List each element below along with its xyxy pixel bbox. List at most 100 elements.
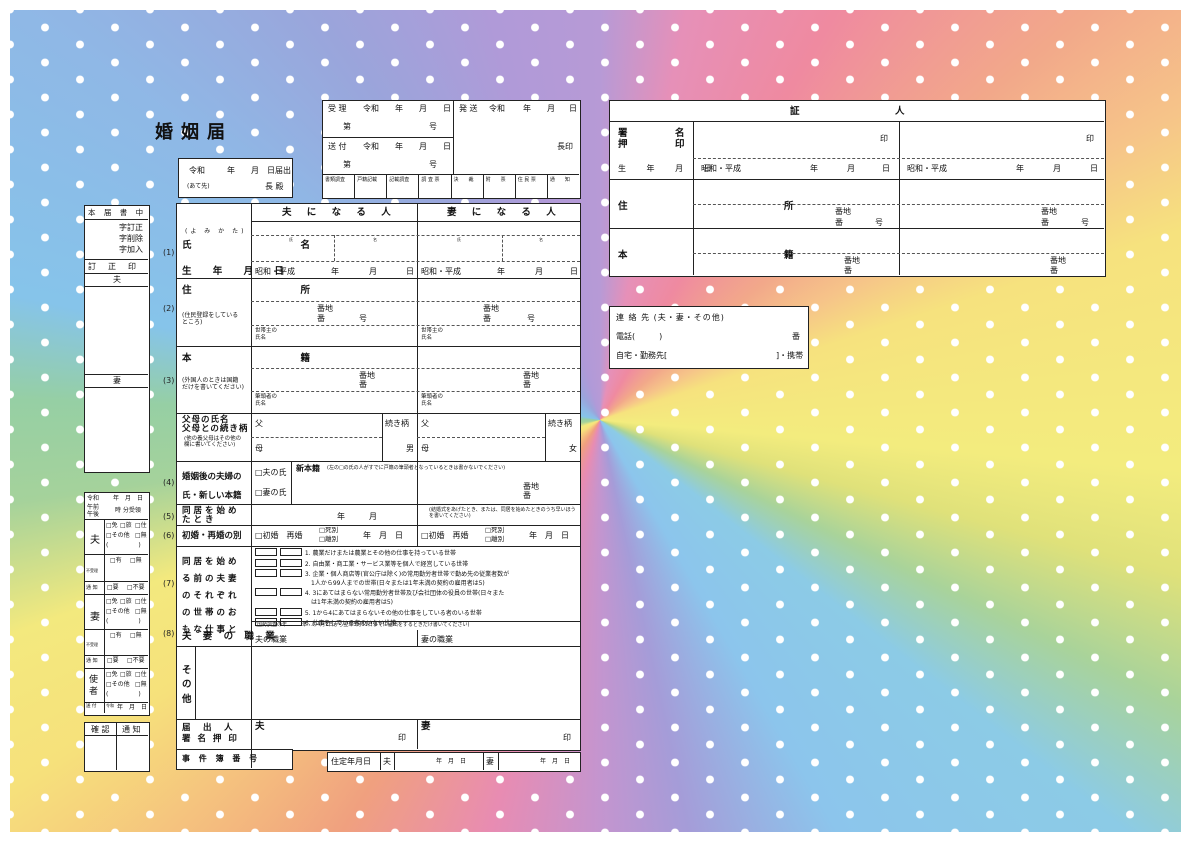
none-checkbox[interactable]: □無	[135, 682, 147, 688]
day-label: 日	[570, 267, 578, 276]
new-honseki-label: 新本籍	[296, 464, 320, 473]
resident-checkbox[interactable]: □住	[135, 672, 147, 678]
relation-label: 続き柄	[385, 419, 409, 428]
divorce-checkbox[interactable]: □離別	[485, 536, 504, 543]
yes-checkbox[interactable]: □有	[110, 558, 122, 564]
year-label: 年	[331, 267, 339, 276]
wife-reading-input[interactable]	[418, 222, 580, 235]
husband-birth-field[interactable]: 昭和・平成 年 月 日	[251, 262, 417, 278]
wife-given-name-input[interactable]	[503, 236, 580, 260]
husband-address-input[interactable]	[252, 279, 416, 300]
day-label: 日	[569, 104, 577, 113]
ban-label: 番	[1050, 266, 1058, 275]
home-work-field[interactable]: 自宅・勤務先[	[616, 352, 667, 360]
exempt-checkbox[interactable]: □免	[106, 523, 118, 529]
row-number: (4)	[163, 478, 175, 487]
job-option-5[interactable]: 5. 1から4にあてはまらないその他の仕事をしている者のいる世帯	[255, 607, 575, 619]
other-label: そ の 他	[182, 665, 192, 705]
phone-field[interactable]: 電話( )	[616, 333, 662, 341]
era-label: 令和	[489, 104, 505, 113]
wife-marriage-type-checkbox[interactable]: □初婚 再婚	[421, 532, 469, 540]
not-required-checkbox[interactable]: □不要	[127, 658, 145, 664]
banchi-label: 番地	[1041, 207, 1057, 216]
signature-label: 署 押	[618, 128, 628, 151]
job-text: 1. 農業だけまたは農業とその他の仕事を持っている世帯	[304, 550, 456, 557]
exempt-checkbox[interactable]: □免	[106, 599, 118, 605]
husband-surname-input[interactable]	[252, 236, 333, 260]
day-label: 日	[443, 104, 451, 113]
year-label: 年	[810, 164, 818, 173]
wife-birth-field[interactable]: 昭和・平成 年 月 日	[417, 262, 580, 278]
no-checkbox[interactable]: □無	[130, 633, 142, 639]
husband-occupation-field[interactable]: 夫の職業	[255, 636, 287, 644]
wife-surname-input[interactable]	[418, 236, 501, 260]
wife-label: 妻	[486, 757, 494, 766]
day-label: 日	[443, 142, 451, 151]
month-label: 月	[847, 164, 855, 173]
none-checkbox[interactable]: □無	[135, 609, 147, 615]
exempt-checkbox[interactable]: □免	[106, 672, 118, 678]
father-label: 父	[255, 419, 263, 428]
ban-label: 番	[835, 218, 843, 227]
notify-label: 通 知	[86, 585, 98, 591]
sent-label: 送 付	[86, 704, 97, 709]
passport-checkbox[interactable]: □旅	[120, 672, 132, 678]
absent-label: 不受理	[86, 568, 98, 573]
banchi-label: 番地	[483, 304, 499, 313]
husband-reading-input[interactable]	[252, 222, 416, 235]
wife-honseki-input[interactable]	[418, 347, 580, 367]
check-cell: 通 知	[549, 177, 570, 183]
husband-surname-checkbox[interactable]: □夫の氏	[255, 469, 287, 477]
husband-header: 夫 に な る 人	[282, 207, 397, 218]
witness1-signature-field[interactable]	[695, 123, 875, 155]
seal-label: 印	[563, 733, 571, 742]
other-textarea[interactable]	[197, 648, 577, 718]
not-required-checkbox[interactable]: □不要	[127, 585, 145, 591]
passport-checkbox[interactable]: □旅	[120, 523, 132, 529]
husband-signature-field[interactable]	[267, 721, 407, 747]
witness2-signature-field[interactable]	[901, 123, 1081, 155]
correction-label: 字削除	[119, 234, 143, 243]
year-label: 年	[523, 104, 531, 113]
husband-honseki-input[interactable]	[252, 347, 416, 367]
divorce-checkbox[interactable]: □離別	[319, 536, 338, 543]
job-option-2[interactable]: 2. 自由業・商工業・サービス業等を個人で経営している世帯	[255, 558, 575, 570]
job-option-4[interactable]: 4. 3にあてはまらない常用勤労者世帯及び会社団体の役員の世帯(日々また	[255, 588, 575, 599]
job-option-1[interactable]: 1. 農業だけまたは農業とその他の仕事を持っている世帯	[255, 548, 575, 559]
resident-checkbox[interactable]: □住	[135, 599, 147, 605]
address-note: (住民登録をしているところ)	[182, 312, 239, 327]
contact-box: 連 絡 先 (夫・妻・その他) 電話( ) 番 自宅・勤務先[ ]・携帯	[609, 306, 809, 369]
job-option-3[interactable]: 3. 企業・個人商店等(官公庁は除く)の常用勤労者世帯で勤め先の従業者数が	[255, 569, 575, 580]
other-checkbox[interactable]: □その他	[106, 609, 130, 615]
office-use-box: 受 理 令和 年 月 日 第 号 送 付 令和 年 月 日 第 号 発 送 令和…	[322, 100, 581, 199]
era-label: 令和	[363, 142, 379, 151]
passport-checkbox[interactable]: □旅	[120, 599, 132, 605]
wife-surname-checkbox[interactable]: □妻の氏	[255, 489, 287, 497]
yes-checkbox[interactable]: □有	[110, 633, 122, 639]
wife-address-input[interactable]	[418, 279, 580, 300]
resident-checkbox[interactable]: □住	[135, 523, 147, 529]
cohabitation-note: (結婚式をあげたとき、または、同居を始めたときのうち早いほうを書いてください)	[429, 507, 576, 519]
husband-label: 夫	[255, 721, 265, 732]
notice-label: 通 知	[122, 725, 141, 734]
husband-label: 夫	[383, 757, 391, 766]
bereavement-checkbox[interactable]: □死別	[485, 527, 504, 534]
banchi-label: 番地	[835, 207, 851, 216]
required-checkbox[interactable]: □要	[107, 658, 119, 664]
banchi-label: 番地	[317, 304, 333, 313]
none-checkbox[interactable]: □無	[135, 533, 147, 539]
wife-signature-field[interactable]	[433, 721, 553, 747]
husband-given-name-input[interactable]	[335, 236, 416, 260]
wife-header: 妻 に な る 人	[447, 207, 562, 218]
new-honseki-note: (左の□の氏の人がすでに戸籍の筆頭者となっているときは書かないでください)	[327, 465, 506, 471]
required-checkbox[interactable]: □要	[107, 585, 119, 591]
bereavement-checkbox[interactable]: □死別	[319, 527, 338, 534]
no-checkbox[interactable]: □無	[130, 558, 142, 564]
cohabitation-date-field[interactable]: 年 月	[337, 513, 377, 521]
other-checkbox[interactable]: □その他	[106, 682, 130, 688]
era-label: 令和	[363, 104, 379, 113]
husband-marriage-type-checkbox[interactable]: □初婚 再婚	[255, 532, 303, 540]
other-checkbox[interactable]: □その他	[106, 533, 130, 539]
wife-occupation-field[interactable]: 妻の職業	[421, 636, 453, 644]
ban-label: 番	[844, 266, 852, 275]
